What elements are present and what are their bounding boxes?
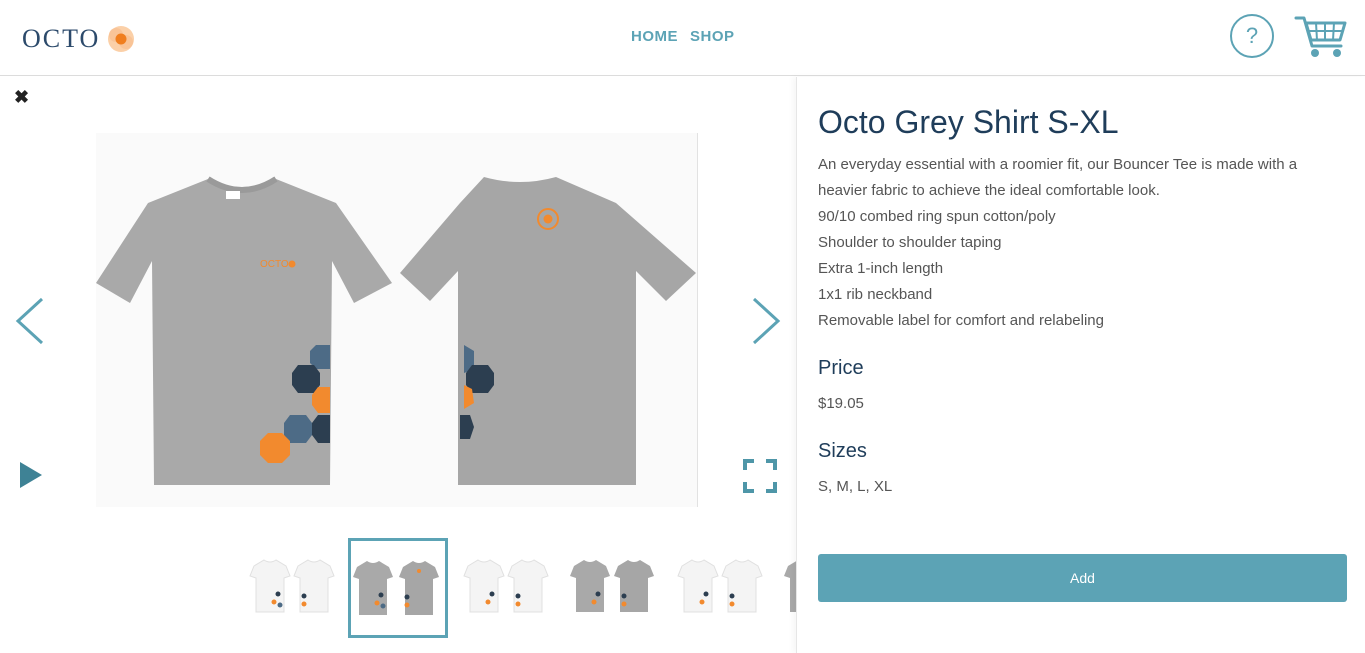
thumbnail-grey-shirt-selected[interactable] [348,538,448,638]
description-line: Removable label for comfort and relabeli… [818,312,1104,329]
product-details-panel: Octo Grey Shirt S-XL An everyday essenti… [796,77,1365,653]
svg-text:OCTO: OCTO [260,259,289,270]
fullscreen-icon[interactable] [742,458,778,494]
sizes-label: Sizes [818,440,867,462]
chevron-left-icon[interactable] [12,295,48,347]
play-icon[interactable] [18,460,44,490]
main-nav: HOME SHOP [631,28,735,45]
thumbnail-grey-shirt[interactable] [778,542,796,634]
chevron-right-icon[interactable] [748,295,784,347]
thumbnail-grey-shirt[interactable] [564,542,660,634]
thumbnail-white-shirt[interactable] [244,542,340,634]
add-to-cart-button[interactable]: Add [818,554,1347,602]
site-header: OCTO HOME SHOP ? [0,0,1365,76]
cart-icon[interactable] [1293,12,1349,60]
product-gallery: ✖ OCTO [0,77,796,653]
nav-shop[interactable]: SHOP [690,28,735,45]
logo-mark-icon [108,26,135,52]
description-line: Extra 1-inch length [818,260,944,277]
thumbnail-white-shirt[interactable] [458,542,554,634]
image-divider [697,133,698,507]
logo-text: OCTO [22,24,101,53]
description-line: 90/10 combed ring spun cotton/poly [818,208,1056,225]
price-value: $19.05 [818,395,864,412]
octo-logo[interactable]: OCTO [22,22,138,56]
price-label: Price [818,357,864,379]
description-line: An everyday essential with a roomier fit… [818,156,1298,199]
help-button[interactable]: ? [1230,14,1274,58]
question-circle-icon: ? [1245,23,1259,48]
thumbnail-white-shirt[interactable] [672,542,768,634]
nav-home[interactable]: HOME [631,28,678,45]
description-line: Shoulder to shoulder taping [818,234,1002,251]
description-line: 1x1 rib neckband [818,286,933,303]
close-icon[interactable]: ✖ [14,87,29,108]
product-title: Octo Grey Shirt S-XL [818,104,1119,140]
sizes-value: S, M, L, XL [818,478,893,495]
product-image: OCTO [96,133,698,507]
product-description: An everyday essential with a roomier fit… [818,152,1348,334]
thumbnail-strip [240,538,796,638]
